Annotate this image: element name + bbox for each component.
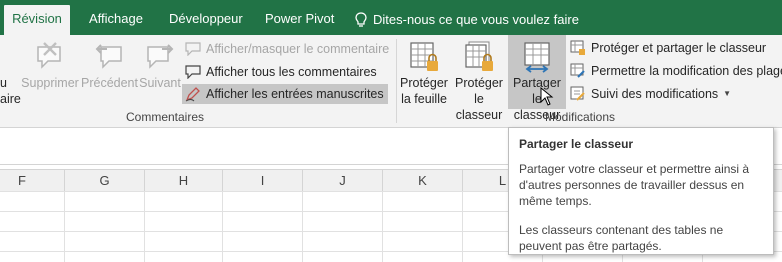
grid-line — [144, 191, 145, 262]
comments-group-label: Commentaires — [125, 110, 205, 124]
column-header-g[interactable]: G — [65, 170, 145, 191]
column-header-f[interactable]: F — [0, 170, 65, 191]
tab-developpeur[interactable]: Développeur — [169, 5, 243, 35]
tell-me-search[interactable]: Dites-nous ce que vous voulez faire — [355, 5, 579, 35]
changes-group-label: Modifications — [544, 110, 616, 124]
protect-sheet-button[interactable]: Protéger la feuille — [399, 35, 449, 109]
grid-line — [64, 191, 65, 262]
share-workbook-label-1: Partager — [513, 76, 561, 90]
protect-workbook-icon — [465, 41, 493, 71]
track-changes-icon — [570, 86, 585, 101]
comment-toggle-icon — [185, 42, 201, 56]
column-header-h[interactable]: H — [145, 170, 223, 191]
delete-label: Supprimer — [21, 76, 79, 90]
tooltip-title: Partager le classeur — [519, 137, 634, 151]
show-all-comments-button[interactable]: Afficher tous les commentaires — [185, 62, 381, 82]
next-label: Suivant — [139, 76, 181, 90]
protect-share-icon — [570, 40, 585, 55]
protect-share-workbook-button[interactable]: Protéger et partager le classeur — [570, 38, 770, 58]
allow-edit-ranges-label: Permettre la modification des plages — [591, 64, 782, 78]
mouse-cursor-icon — [540, 87, 554, 106]
share-workbook-button[interactable]: Partager le classeur — [508, 35, 566, 122]
tab-power-pivot[interactable]: Power Pivot — [265, 5, 334, 35]
track-changes-button[interactable]: Suivi des modifications ▼ — [570, 84, 735, 104]
show-all-comments-label: Afficher tous les commentaires — [206, 65, 377, 79]
cut-off-button-label[interactable]: u aire — [0, 75, 21, 107]
ribbon-panel: u aire Supprimer Précédent Suivant Affic… — [0, 35, 782, 128]
lightbulb-icon — [355, 12, 367, 27]
toggle-comment-button[interactable]: Afficher/masquer le commentaire — [185, 39, 393, 59]
protect-sheet-label-1: Protéger — [400, 76, 448, 90]
toggle-comment-label: Afficher/masquer le commentaire — [206, 42, 390, 56]
show-ink-label: Afficher les entrées manuscrites — [206, 87, 384, 101]
protect-share-label: Protéger et partager le classeur — [591, 41, 767, 55]
grid-line — [222, 191, 223, 262]
delete-comment-icon — [37, 42, 61, 69]
tell-me-text: Dites-nous ce que vous voulez faire — [373, 12, 579, 27]
next-comment-icon — [147, 44, 174, 69]
column-header-j[interactable]: J — [303, 170, 383, 191]
allow-edit-ranges-icon — [570, 63, 585, 78]
comments-icon — [185, 65, 201, 79]
previous-label: Précédent — [81, 76, 138, 90]
grid-line — [302, 191, 303, 262]
grid-line — [382, 191, 383, 262]
grid-line — [462, 191, 463, 262]
tooltip-description: Partager votre classeur et permettre ain… — [519, 162, 750, 208]
protect-sheet-label-2: la feuille — [401, 92, 447, 106]
ribbon-tab-bar: Révision Affichage Développeur Power Piv… — [0, 0, 782, 35]
protect-sheet-icon — [410, 42, 438, 71]
next-comment-button[interactable]: Suivant — [138, 35, 182, 109]
previous-comment-button[interactable]: Précédent — [81, 35, 138, 109]
share-workbook-tooltip: Partager le classeur Partager votre clas… — [508, 127, 774, 255]
column-header-k[interactable]: K — [383, 170, 463, 191]
show-ink-button[interactable]: Afficher les entrées manuscrites — [182, 84, 388, 104]
protect-workbook-button[interactable]: Protéger le classeur — [451, 35, 507, 122]
protect-workbook-label-1: Protéger — [455, 76, 503, 90]
share-workbook-icon — [524, 42, 550, 73]
ink-pen-icon — [185, 87, 200, 102]
cut-off-label-line1: u — [0, 76, 7, 90]
track-changes-label: Suivi des modifications — [591, 87, 719, 101]
tab-affichage[interactable]: Affichage — [89, 5, 143, 35]
tab-revision[interactable]: Révision — [4, 5, 70, 35]
tooltip-note: Les classeurs contenant des tables ne pe… — [519, 223, 724, 253]
allow-edit-ranges-button[interactable]: Permettre la modification des plages — [570, 61, 782, 81]
column-header-i[interactable]: I — [223, 170, 303, 191]
cut-off-label-line2: aire — [0, 92, 21, 106]
previous-comment-icon — [95, 44, 122, 69]
group-separator — [396, 39, 397, 123]
protect-workbook-label-2: le classeur — [455, 92, 503, 122]
chevron-down-icon: ▼ — [723, 89, 732, 98]
delete-comment-button[interactable]: Supprimer — [20, 35, 80, 109]
